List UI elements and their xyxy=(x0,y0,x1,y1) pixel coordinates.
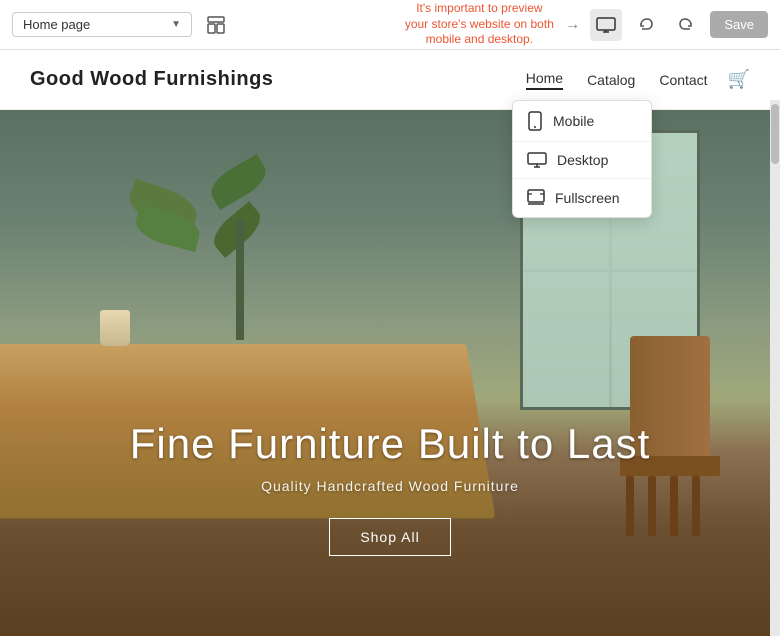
fullscreen-icon xyxy=(527,189,545,207)
mobile-option[interactable]: Mobile xyxy=(513,101,651,142)
undo-icon xyxy=(638,17,654,33)
mobile-label: Mobile xyxy=(553,113,594,129)
store-logo: Good Wood Furnishings xyxy=(30,68,273,91)
hero-content: Fine Furniture Built to Last Quality Han… xyxy=(0,420,780,556)
nav-links: Home Catalog Contact xyxy=(526,70,708,90)
view-mode-dropdown: Mobile Desktop Fullscreen xyxy=(512,100,652,218)
scrollbar[interactable] xyxy=(770,100,780,636)
editor-toolbar: Home page ▼ It's important to preview yo… xyxy=(0,0,780,50)
hero-title: Fine Furniture Built to Last xyxy=(0,420,780,468)
hero-cta-button[interactable]: Shop All xyxy=(329,518,450,556)
store-preview: Good Wood Furnishings Home Catalog Conta… xyxy=(0,50,780,636)
mobile-icon xyxy=(527,111,543,131)
hero-plant xyxy=(200,140,280,340)
hero-mug xyxy=(100,310,130,346)
nav-link-catalog[interactable]: Catalog xyxy=(587,72,635,88)
arrow-icon: → xyxy=(564,16,580,34)
section-icon xyxy=(207,16,225,34)
page-selector[interactable]: Home page ▼ xyxy=(12,12,192,37)
preview-area: Good Wood Furnishings Home Catalog Conta… xyxy=(0,50,780,636)
plant-leaf xyxy=(205,154,272,210)
desktop-option[interactable]: Desktop xyxy=(513,142,651,179)
desktop-label: Desktop xyxy=(557,152,608,168)
nav-link-contact[interactable]: Contact xyxy=(659,72,707,88)
window-pane xyxy=(523,272,609,408)
chevron-down-icon: ▼ xyxy=(171,19,181,30)
plant-stem xyxy=(236,220,244,340)
store-hero: Fine Furniture Built to Last Quality Han… xyxy=(0,110,780,636)
cart-icon[interactable]: 🛒 xyxy=(728,69,750,90)
redo-button[interactable] xyxy=(670,9,702,41)
desktop-view-button[interactable] xyxy=(590,9,622,41)
fullscreen-option[interactable]: Fullscreen xyxy=(513,179,651,217)
fullscreen-label: Fullscreen xyxy=(555,190,620,206)
redo-icon xyxy=(678,17,694,33)
scroll-thumb[interactable] xyxy=(771,104,779,164)
page-selector-label: Home page xyxy=(23,17,165,32)
hero-subtitle: Quality Handcrafted Wood Furniture xyxy=(0,478,780,494)
preview-warning: It's important to preview your store's w… xyxy=(404,1,554,48)
monitor-menu-icon xyxy=(527,152,547,168)
section-edit-button[interactable] xyxy=(200,9,232,41)
store-nav: Good Wood Furnishings Home Catalog Conta… xyxy=(0,50,780,110)
nav-link-home[interactable]: Home xyxy=(526,70,563,90)
save-button[interactable]: Save xyxy=(710,11,768,38)
undo-button[interactable] xyxy=(630,9,662,41)
monitor-icon xyxy=(596,17,616,33)
